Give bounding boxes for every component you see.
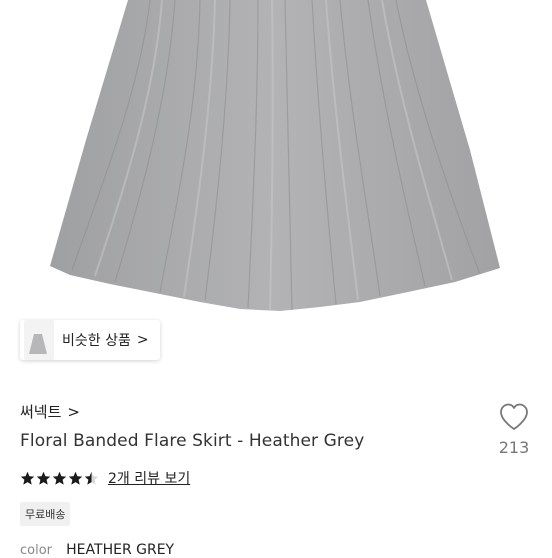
- similar-thumbnail: [24, 320, 54, 360]
- similar-products-label: 비슷한 상품: [62, 333, 131, 349]
- star-full-icon: [68, 471, 83, 485]
- brand-link[interactable]: 써넥트 >: [20, 401, 80, 422]
- similar-products-button[interactable]: 비슷한 상품 >: [20, 320, 160, 360]
- chevron-right-icon: >: [67, 402, 80, 421]
- color-option: color HEATHER GREY: [20, 542, 174, 558]
- star-rating: [20, 471, 100, 486]
- product-title: Floral Banded Flare Skirt - Heather Grey: [20, 431, 365, 451]
- star-half-icon: [84, 471, 99, 485]
- product-image[interactable]: [0, 0, 552, 370]
- brand-name: 써넥트: [20, 403, 62, 421]
- star-full-icon: [36, 471, 51, 485]
- like-block: 213: [494, 402, 534, 457]
- review-link[interactable]: 2개 리뷰 보기: [108, 468, 190, 488]
- like-count: 213: [498, 438, 530, 457]
- skirt-illustration: [50, 0, 500, 311]
- star-full-icon: [20, 471, 35, 485]
- star-full-icon: [52, 471, 67, 485]
- rating-row: 2개 리뷰 보기: [20, 468, 190, 488]
- heart-outline-icon[interactable]: [498, 402, 530, 432]
- chevron-right-icon: >: [136, 332, 149, 348]
- color-value: HEATHER GREY: [66, 542, 175, 558]
- color-label: color: [20, 543, 53, 558]
- free-shipping-badge: 무료배송: [20, 502, 71, 526]
